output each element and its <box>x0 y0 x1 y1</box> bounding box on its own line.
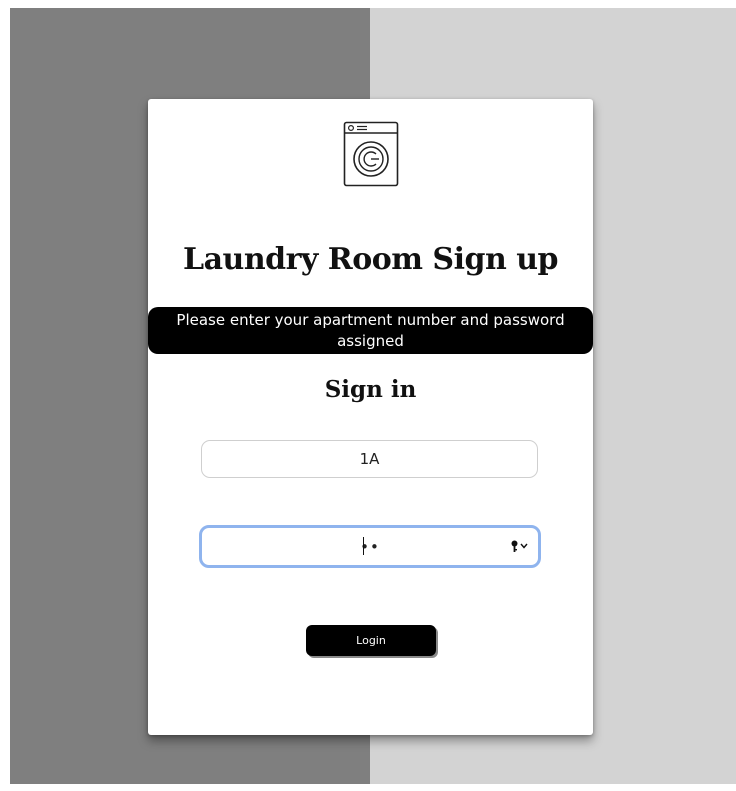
page-title: Laundry Room Sign up <box>182 242 559 277</box>
text-cursor <box>363 537 364 555</box>
app-background: Laundry Room Sign up Please enter your a… <box>10 8 736 784</box>
washing-machine-icon <box>343 121 399 187</box>
apartment-number-input[interactable] <box>201 440 538 478</box>
key-icon[interactable] <box>510 539 532 553</box>
password-input[interactable] <box>199 525 541 568</box>
login-button[interactable]: Login <box>306 625 436 656</box>
instructions-text: Please enter your apartment number and p… <box>176 310 565 350</box>
sign-in-heading: Sign in <box>324 376 417 403</box>
instructions-banner: Please enter your apartment number and p… <box>148 307 593 354</box>
signup-card: Laundry Room Sign up Please enter your a… <box>148 99 593 735</box>
